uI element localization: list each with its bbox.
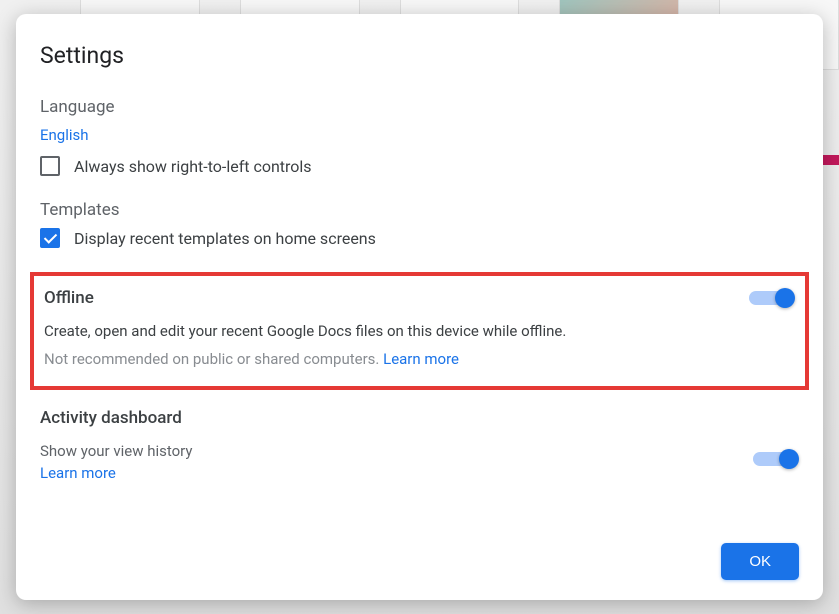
activity-row: Show your view history Learn more [40, 436, 799, 482]
rtl-checkbox-label: Always show right-to-left controls [74, 157, 312, 176]
activity-toggle-thumb [779, 449, 799, 469]
offline-heading: Offline [44, 288, 94, 308]
offline-section-highlight: Offline Create, open and edit your recen… [30, 272, 809, 390]
templates-checkbox-label: Display recent templates on home screens [74, 229, 376, 248]
offline-description: Create, open and edit your recent Google… [44, 322, 795, 340]
ok-button[interactable]: OK [721, 543, 799, 580]
templates-section: Templates Display recent templates on ho… [40, 200, 799, 248]
offline-warning-text: Not recommended on public or shared comp… [44, 350, 379, 368]
activity-heading: Activity dashboard [40, 408, 799, 428]
offline-header-row: Offline [44, 288, 795, 308]
settings-dialog: Settings Language English Always show ri… [16, 14, 823, 600]
dialog-title: Settings [40, 42, 799, 69]
language-heading: Language [40, 97, 799, 117]
templates-checkbox[interactable] [40, 228, 60, 248]
dialog-button-row: OK [40, 523, 799, 580]
rtl-checkbox-row[interactable]: Always show right-to-left controls [40, 156, 799, 176]
offline-toggle[interactable] [749, 288, 795, 308]
activity-description: Show your view history [40, 442, 733, 460]
activity-section: Activity dashboard Show your view histor… [40, 408, 799, 482]
activity-learn-more-link[interactable]: Learn more [40, 464, 116, 482]
templates-checkbox-row[interactable]: Display recent templates on home screens [40, 228, 799, 248]
activity-toggle[interactable] [753, 449, 799, 469]
templates-heading: Templates [40, 200, 799, 220]
offline-warning-row: Not recommended on public or shared comp… [44, 350, 795, 368]
offline-learn-more-link[interactable]: Learn more [383, 350, 459, 368]
offline-toggle-thumb [775, 288, 795, 308]
language-value-link[interactable]: English [40, 126, 89, 144]
language-section: Language English Always show right-to-le… [40, 97, 799, 176]
rtl-checkbox[interactable] [40, 156, 60, 176]
